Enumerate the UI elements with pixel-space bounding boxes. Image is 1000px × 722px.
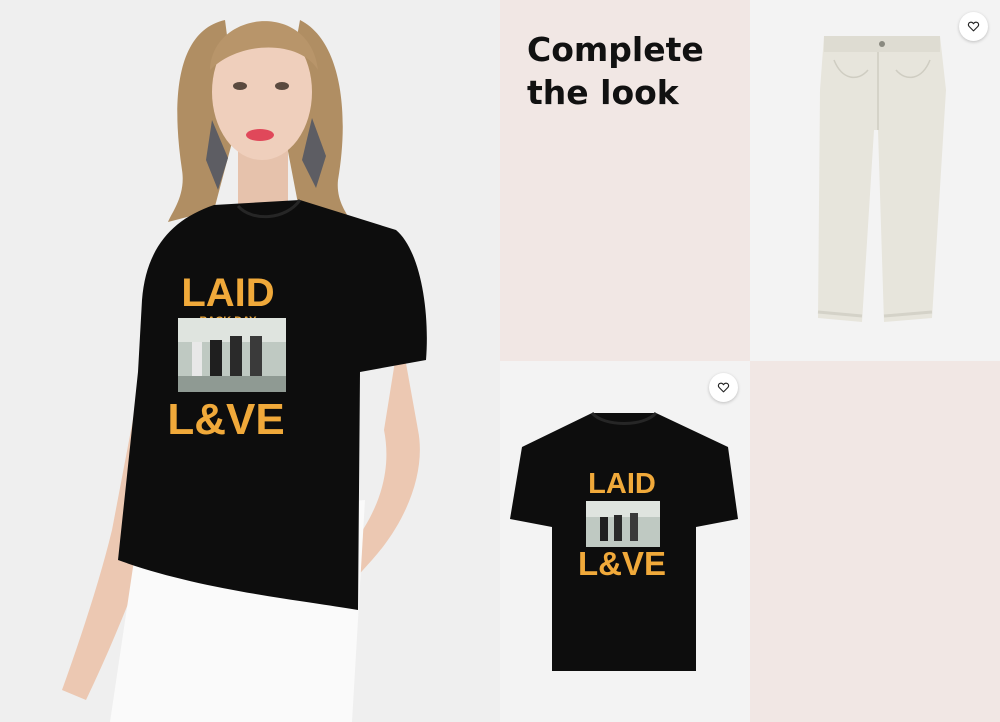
tshirt-wishlist-button[interactable] bbox=[709, 373, 738, 402]
model-photo[interactable]: LAID BACK DAY L&VE bbox=[0, 0, 500, 722]
complete-the-look-grid: Complete the look LAID L&VE bbox=[500, 0, 1000, 722]
tshirt-image[interactable]: LAID BACK DAY L&VE bbox=[500, 361, 750, 722]
jeans-wishlist-button[interactable] bbox=[959, 12, 988, 41]
product-tile-jeans[interactable] bbox=[750, 0, 1000, 361]
model-illustration: LAID BACK DAY L&VE bbox=[62, 20, 427, 722]
heart-outline-icon bbox=[967, 20, 980, 33]
tshirt-print-bottom: L&VE bbox=[578, 545, 666, 582]
tshirt-print-top: LAID bbox=[588, 468, 656, 500]
tee-print-top: LAID bbox=[181, 271, 274, 315]
tee-print-bottom: L&VE bbox=[167, 395, 284, 444]
jeans-image[interactable] bbox=[750, 0, 1000, 361]
product-tile-tshirt[interactable]: LAID BACK DAY L&VE bbox=[500, 361, 750, 722]
heart-outline-icon bbox=[717, 381, 730, 394]
outfit-page: LAID BACK DAY L&VE Complete the look bbox=[0, 0, 1000, 722]
section-title: Complete the look bbox=[527, 30, 704, 112]
title-tile: Complete the look bbox=[500, 0, 750, 361]
empty-tile bbox=[750, 361, 1000, 722]
